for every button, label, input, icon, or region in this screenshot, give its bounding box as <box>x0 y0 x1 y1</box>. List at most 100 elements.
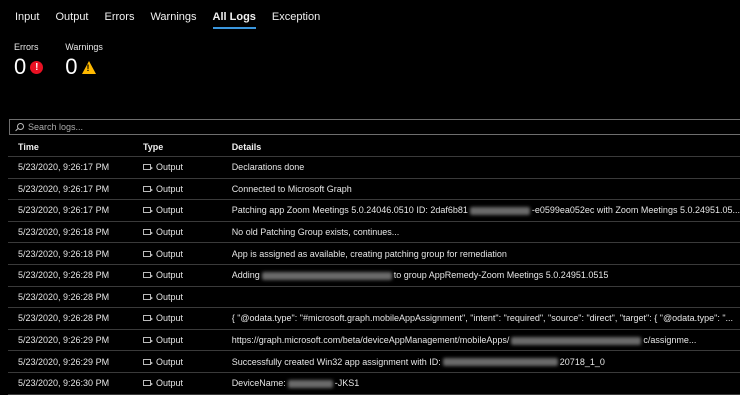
row-details: https://graph.microsoft.com/beta/deviceA… <box>231 329 740 352</box>
row-time: 5/23/2020, 9:26:17 PM <box>8 178 143 201</box>
table-row[interactable]: 5/23/2020, 9:26:18 PM Output App is assign… <box>8 242 740 265</box>
redacted-text <box>287 379 333 388</box>
row-type: Output <box>155 183 183 194</box>
log-counters: Errors 0 ! Warnings 0 ! <box>14 42 125 78</box>
warning-icon: ! <box>81 60 96 74</box>
row-type: Output <box>155 205 183 216</box>
row-details-text: Successfully created Win32 app assignmen… <box>231 356 441 367</box>
row-details: Patching app Zoom Meetings 5.0.24046.051… <box>231 199 740 222</box>
table-row[interactable]: 5/23/2020, 9:26:29 PM Output https://graph… <box>8 329 740 352</box>
row-details-text: Adding <box>231 270 260 281</box>
table-row[interactable]: 5/23/2020, 9:26:30 PM Output DeviceName: -J… <box>8 372 740 395</box>
row-type: Output <box>155 270 183 281</box>
row-details-text: c/assignme... <box>643 335 697 346</box>
row-type: Output <box>155 227 183 238</box>
row-type-cell: Output <box>142 242 232 265</box>
logs-table: Time Type Details 5/23/2020, 9:26:17 PM O… <box>8 138 740 395</box>
row-details: No old Patching Group exists, continues.… <box>231 221 740 244</box>
row-type: Output <box>155 248 183 259</box>
row-type: Output <box>155 291 183 302</box>
row-details-text: DeviceName: <box>231 378 286 389</box>
errors-label: Errors <box>14 42 39 52</box>
row-type: Output <box>155 313 183 324</box>
row-time: 5/23/2020, 9:26:17 PM <box>8 156 143 179</box>
table-row[interactable]: 5/23/2020, 9:26:18 PM Output No old Patchi… <box>8 221 740 244</box>
error-icon: ! <box>30 60 44 74</box>
row-details-text: -JKS1 <box>334 378 360 389</box>
row-details: { "@odata.type": "#microsoft.graph.mobil… <box>231 307 740 330</box>
row-details-text: to group AppRemedy-Zoom Meetings 5.0.249… <box>393 270 609 281</box>
row-details-text: Patching app Zoom Meetings 5.0.24046.051… <box>231 205 468 216</box>
warnings-count: 0 <box>65 54 78 79</box>
row-time: 5/23/2020, 9:26:17 PM <box>8 199 143 222</box>
output-icon <box>142 380 153 387</box>
row-details: Declarations done <box>231 156 740 179</box>
redacted-text <box>442 358 558 367</box>
output-icon <box>142 337 153 344</box>
output-icon <box>142 293 153 300</box>
row-type: Output <box>155 378 183 389</box>
row-time: 5/23/2020, 9:26:18 PM <box>8 221 143 244</box>
output-icon <box>142 272 153 279</box>
errors-count: 0 <box>14 54 27 79</box>
row-details <box>231 286 740 309</box>
row-time: 5/23/2020, 9:26:30 PM <box>8 372 143 395</box>
output-icon <box>142 250 153 257</box>
row-type-cell: Output <box>142 307 232 330</box>
tab-input[interactable]: Input <box>15 11 39 29</box>
tab-exception[interactable]: Exception <box>272 11 320 29</box>
row-type-cell: Output <box>142 264 232 287</box>
row-time: 5/23/2020, 9:26:28 PM <box>8 286 143 309</box>
table-header-row: Time Type Details <box>8 138 740 157</box>
row-type: Output <box>155 335 183 346</box>
row-type-cell: Output <box>142 221 232 244</box>
row-type-cell: Output <box>142 156 232 179</box>
row-time: 5/23/2020, 9:26:18 PM <box>8 242 143 265</box>
tab-errors[interactable]: Errors <box>105 11 135 29</box>
row-time: 5/23/2020, 9:26:29 PM <box>8 329 143 352</box>
search-input[interactable] <box>24 122 732 132</box>
search-icon <box>15 122 24 132</box>
row-details: App is assigned as available, creating p… <box>231 242 740 265</box>
row-time: 5/23/2020, 9:26:28 PM <box>8 264 143 287</box>
row-details: Adding to group AppRemedy-Zoom Meetings 5… <box>231 264 740 287</box>
row-details-text: https://graph.microsoft.com/beta/deviceA… <box>231 335 510 346</box>
output-icon <box>142 358 153 365</box>
column-header-time[interactable]: Time <box>8 138 143 157</box>
output-icon <box>142 229 153 236</box>
output-icon <box>142 185 153 192</box>
tab-all-logs[interactable]: All Logs <box>212 11 256 29</box>
errors-counter: Errors 0 ! <box>14 42 44 79</box>
search-box <box>9 119 740 135</box>
row-time: 5/23/2020, 9:26:29 PM <box>8 350 143 373</box>
output-icon <box>142 207 153 214</box>
tab-output[interactable]: Output <box>55 11 88 29</box>
table-row[interactable]: 5/23/2020, 9:26:28 PM Output Adding to grou… <box>8 264 740 287</box>
table-row[interactable]: 5/23/2020, 9:26:29 PM Output Successfully … <box>8 350 740 373</box>
row-type: Output <box>155 162 183 173</box>
warnings-label: Warnings <box>65 42 103 52</box>
table-row[interactable]: 5/23/2020, 9:26:17 PM Output Connected to … <box>8 178 740 201</box>
row-details-text: 20718_1_0 <box>559 356 605 367</box>
row-type-cell: Output <box>142 372 232 395</box>
output-icon <box>142 315 153 322</box>
column-header-type[interactable]: Type <box>142 138 232 157</box>
row-time: 5/23/2020, 9:26:28 PM <box>8 307 143 330</box>
redacted-text <box>511 336 642 345</box>
row-details-text: -e0599ea052ec with Zoom Meetings 5.0.249… <box>531 205 740 216</box>
redacted-text <box>469 207 530 216</box>
row-details: DeviceName: -JKS1 <box>231 372 740 395</box>
row-details: Connected to Microsoft Graph <box>231 178 740 201</box>
column-header-details[interactable]: Details <box>231 138 740 157</box>
row-type-cell: Output <box>142 350 232 373</box>
log-tabs: Input Output Errors Warnings All Logs Ex… <box>15 11 336 29</box>
tab-warnings[interactable]: Warnings <box>150 11 196 29</box>
redacted-text <box>261 271 392 280</box>
table-row[interactable]: 5/23/2020, 9:26:17 PM Output Patching app … <box>8 199 740 222</box>
table-row[interactable]: 5/23/2020, 9:26:28 PM Output <box>8 286 740 309</box>
row-type-cell: Output <box>142 199 232 222</box>
table-row[interactable]: 5/23/2020, 9:26:28 PM Output { "@odata.typ… <box>8 307 740 330</box>
output-icon <box>142 164 153 171</box>
row-type-cell: Output <box>142 178 232 201</box>
table-row[interactable]: 5/23/2020, 9:26:17 PM Output Declarations … <box>8 156 740 179</box>
